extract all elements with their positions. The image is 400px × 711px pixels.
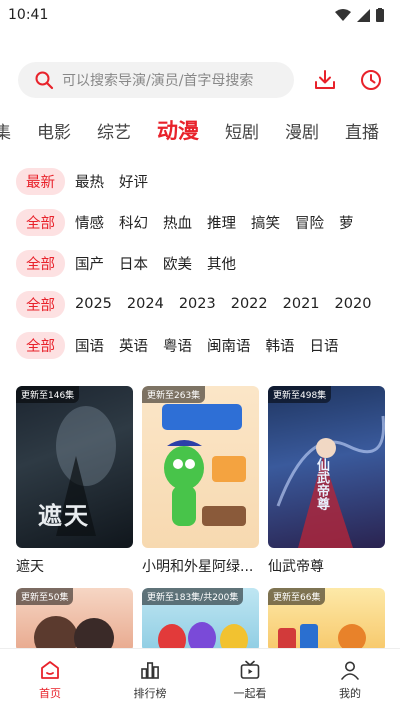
tv-icon [240, 660, 260, 679]
video-card[interactable]: 更新至146集 遮天 遮天 [16, 386, 133, 576]
filter-chip[interactable]: 全部 [16, 290, 65, 318]
battery-icon [376, 8, 384, 22]
filter-chip[interactable]: 全部 [16, 331, 65, 359]
download-icon [315, 70, 335, 89]
filter-chip[interactable]: 科幻 [119, 212, 148, 233]
card-title: 小明和外星阿绿... [142, 559, 254, 575]
filter-chip[interactable]: 其他 [207, 253, 236, 274]
search-icon [35, 71, 54, 90]
filter-chip[interactable]: 萝 [339, 212, 354, 233]
poster-image: 更新至50集 [16, 588, 133, 652]
tab-movie[interactable]: 电影 [37, 118, 71, 143]
nav-label: 排行榜 [133, 687, 167, 700]
nav-label: 一起看 [233, 687, 267, 700]
filter-chip[interactable]: 好评 [119, 171, 148, 192]
filter-chip[interactable]: 粤语 [163, 335, 192, 356]
search-placeholder: 可以搜索导演/演员/首字母搜索 [62, 73, 254, 89]
episode-badge: 更新至66集 [268, 588, 326, 605]
filter-chip[interactable]: 闽南语 [207, 335, 251, 356]
download-button[interactable] [312, 67, 338, 93]
card-title: 仙武帝尊 [268, 559, 324, 575]
nav-label: 首页 [39, 687, 61, 700]
filter-chip[interactable]: 2024 [127, 296, 164, 312]
card-title: 遮天 [16, 559, 44, 575]
filter-chip[interactable]: 情感 [75, 212, 104, 233]
tab-live[interactable]: 直播 [345, 118, 379, 143]
video-card[interactable]: 更新至263集 小明和外星阿绿... [142, 386, 259, 576]
episode-badge: 更新至183集/共200集 [142, 588, 244, 605]
nav-label: 我的 [339, 687, 361, 700]
clock-icon [361, 70, 381, 90]
filter-chip[interactable]: 日本 [119, 253, 148, 274]
filter-chip[interactable]: 英语 [119, 335, 148, 356]
episode-badge: 更新至146集 [16, 386, 80, 403]
history-button[interactable] [358, 67, 384, 93]
episode-badge: 更新至498集 [268, 386, 332, 403]
filter-chip[interactable]: 全部 [16, 208, 65, 236]
filter-chip[interactable]: 搞笑 [251, 212, 280, 233]
poster-title-art: 遮天 [38, 501, 90, 530]
nav-home[interactable]: 首页 [10, 659, 90, 701]
episode-badge: 更新至50集 [16, 588, 74, 605]
filter-row-sort: 最新 最热 好评 [16, 168, 400, 195]
filter-chip[interactable]: 欧美 [163, 253, 192, 274]
search-row: 可以搜索导演/演员/首字母搜索 [18, 62, 384, 98]
episode-badge: 更新至263集 [142, 386, 206, 403]
poster-image: 更新至146集 遮天 [16, 386, 133, 548]
nav-ranking[interactable]: 排行榜 [110, 659, 190, 701]
tab-series[interactable]: 集 [0, 118, 11, 143]
filter-chip[interactable]: 韩语 [266, 335, 295, 356]
filter-chip[interactable]: 日语 [310, 335, 339, 356]
tab-comic-drama[interactable]: 漫剧 [285, 118, 319, 143]
tab-short-drama[interactable]: 短剧 [225, 118, 259, 143]
filter-row-year: 全部 2025 2024 2023 2022 2021 2020 [16, 290, 400, 318]
poster-image: 更新至263集 [142, 386, 259, 548]
tab-anime[interactable]: 动漫 [157, 115, 199, 145]
bottom-nav: 首页 排行榜 一起看 我的 [0, 648, 400, 711]
wifi-icon [335, 8, 351, 21]
filter-chip[interactable]: 2023 [179, 296, 216, 312]
nav-profile[interactable]: 我的 [310, 659, 390, 701]
video-grid: 更新至146集 遮天 遮天 更新至263集 小明和外星阿绿... 更新至498集… [16, 386, 385, 660]
filter-chip[interactable]: 最新 [16, 168, 65, 195]
category-tabs: 集 电影 综艺 动漫 短剧 漫剧 直播 [0, 112, 400, 148]
filter-chip[interactable]: 2025 [75, 296, 112, 312]
status-icons [335, 8, 384, 22]
user-icon [341, 661, 359, 680]
tab-variety[interactable]: 综艺 [97, 118, 131, 143]
filter-chip[interactable]: 2021 [283, 296, 320, 312]
poster-image: 更新至66集 [268, 588, 385, 652]
signal-icon [357, 8, 370, 22]
filter-chip[interactable]: 冒险 [295, 212, 324, 233]
filter-chip[interactable]: 全部 [16, 249, 65, 277]
home-icon [41, 661, 59, 679]
filter-chip[interactable]: 2020 [335, 296, 372, 312]
filter-row-genre: 全部 情感 科幻 热血 推理 搞笑 冒险 萝 [16, 208, 400, 236]
poster-image: 更新至498集 仙武帝尊 [268, 386, 385, 548]
search-input[interactable]: 可以搜索导演/演员/首字母搜索 [18, 62, 294, 98]
ranking-icon [141, 662, 159, 679]
filter-chip[interactable]: 热血 [163, 212, 192, 233]
filter-panel: 最新 最热 好评 全部 情感 科幻 热血 推理 搞笑 冒险 萝 全部 国产 日本… [16, 168, 400, 373]
poster-title-art: 仙武帝尊 [314, 458, 329, 510]
nav-watch-together[interactable]: 一起看 [210, 659, 290, 701]
filter-chip[interactable]: 国语 [75, 335, 104, 356]
filter-chip[interactable]: 国产 [75, 253, 104, 274]
filter-chip[interactable]: 推理 [207, 212, 236, 233]
status-time: 10:41 [8, 7, 49, 23]
filter-row-region: 全部 国产 日本 欧美 其他 [16, 249, 400, 277]
status-bar: 10:41 [0, 0, 400, 30]
filter-row-language: 全部 国语 英语 粤语 闽南语 韩语 日语 [16, 331, 400, 359]
poster-image: 更新至183集/共200集 [142, 588, 259, 652]
filter-chip[interactable]: 2022 [231, 296, 268, 312]
filter-chip[interactable]: 最热 [75, 171, 104, 192]
video-card[interactable]: 更新至498集 仙武帝尊 仙武帝尊 [268, 386, 385, 576]
